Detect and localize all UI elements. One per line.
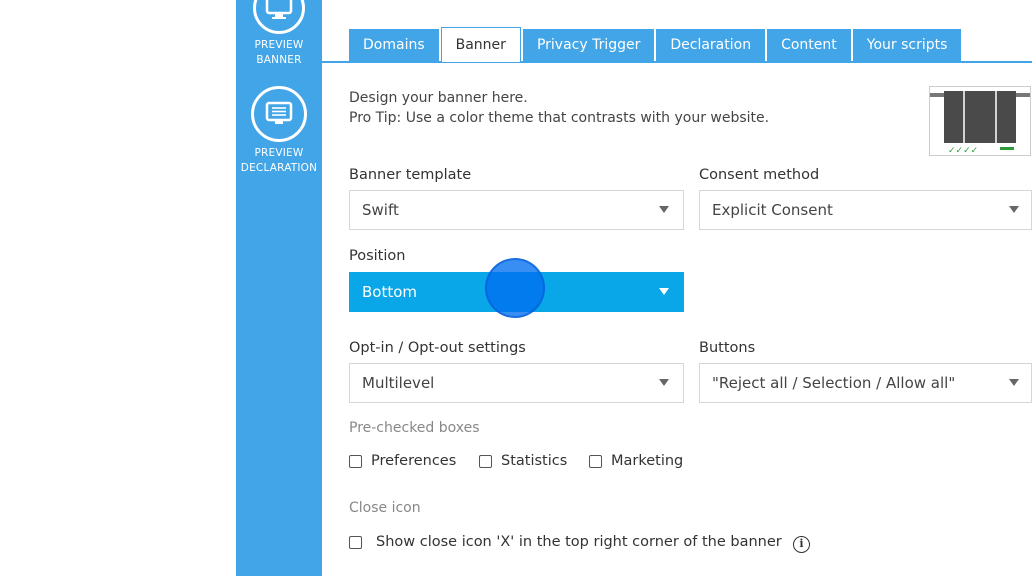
checkbox-statistics-label: Statistics [501,453,568,469]
svg-text:✓✓✓✓: ✓✓✓✓ [948,146,978,155]
intro-text: Design your banner here. Pro Tip: Use a … [349,88,769,128]
intro-line-1: Design your banner here. [349,90,528,106]
optin-value: Multilevel [362,374,435,392]
checkbox-preferences[interactable] [349,454,362,468]
caret-down-icon [659,288,669,295]
click-indicator [485,258,545,318]
banner-template-select[interactable]: Swift [349,190,684,230]
prechecked-label: Pre-checked boxes [349,420,480,436]
preview-banner-label: PREVIEW BANNER [254,39,304,66]
checkbox-marketing-row: Marketing [589,453,683,469]
tab-bar: Domains Banner Privacy Trigger Declarati… [349,27,963,62]
info-icon[interactable]: i [793,536,810,553]
tab-privacy-trigger[interactable]: Privacy Trigger [522,29,655,62]
caret-down-icon [659,379,669,386]
banner-template-label: Banner template [349,167,472,183]
buttons-value: "Reject all / Selection / Allow all" [712,374,956,392]
checkbox-statistics[interactable] [479,454,492,468]
consent-method-label: Consent method [699,167,820,183]
caret-down-icon [1009,379,1019,386]
optin-label: Opt-in / Opt-out settings [349,340,526,356]
caret-down-icon [659,206,669,213]
buttons-label: Buttons [699,340,756,356]
checkbox-marketing[interactable] [589,454,602,468]
tab-declaration[interactable]: Declaration [656,29,766,62]
checkbox-close-icon-row: Show close icon 'X' in the top right cor… [349,534,782,550]
tab-domains[interactable]: Domains [349,29,439,62]
caret-down-icon [1009,206,1019,213]
document-monitor-icon [251,86,307,142]
checkbox-close-icon-label: Show close icon 'X' in the top right cor… [376,534,782,550]
tab-content[interactable]: Content [767,29,851,62]
consent-method-value: Explicit Consent [712,201,833,219]
checkbox-statistics-row: Statistics [479,453,567,469]
monitor-icon [253,0,305,34]
close-icon-label: Close icon [349,500,421,516]
checkbox-preferences-label: Preferences [371,453,457,469]
banner-preview-thumbnail: ✓✓✓✓ [929,86,1031,156]
preview-declaration-label: PREVIEW DECLARATION [240,147,318,174]
tab-your-scripts[interactable]: Your scripts [852,29,962,62]
banner-template-value: Swift [362,201,399,219]
intro-line-2: Pro Tip: Use a color theme that contrast… [349,110,770,126]
checkbox-marketing-label: Marketing [611,453,684,469]
preview-declaration-button[interactable]: PREVIEW DECLARATION [236,86,322,176]
buttons-select[interactable]: "Reject all / Selection / Allow all" [699,363,1032,403]
preview-banner-button[interactable]: PREVIEW BANNER [236,0,322,68]
optin-select[interactable]: Multilevel [349,363,684,403]
position-value: Bottom [362,283,418,301]
consent-method-select[interactable]: Explicit Consent [699,190,1032,230]
position-label: Position [349,248,406,264]
tab-banner[interactable]: Banner [440,27,521,62]
checkbox-preferences-row: Preferences [349,453,456,469]
checkbox-close-icon[interactable] [349,535,362,549]
sidebar: PREVIEW BANNER PREVIEW DECLARATION [236,0,322,576]
